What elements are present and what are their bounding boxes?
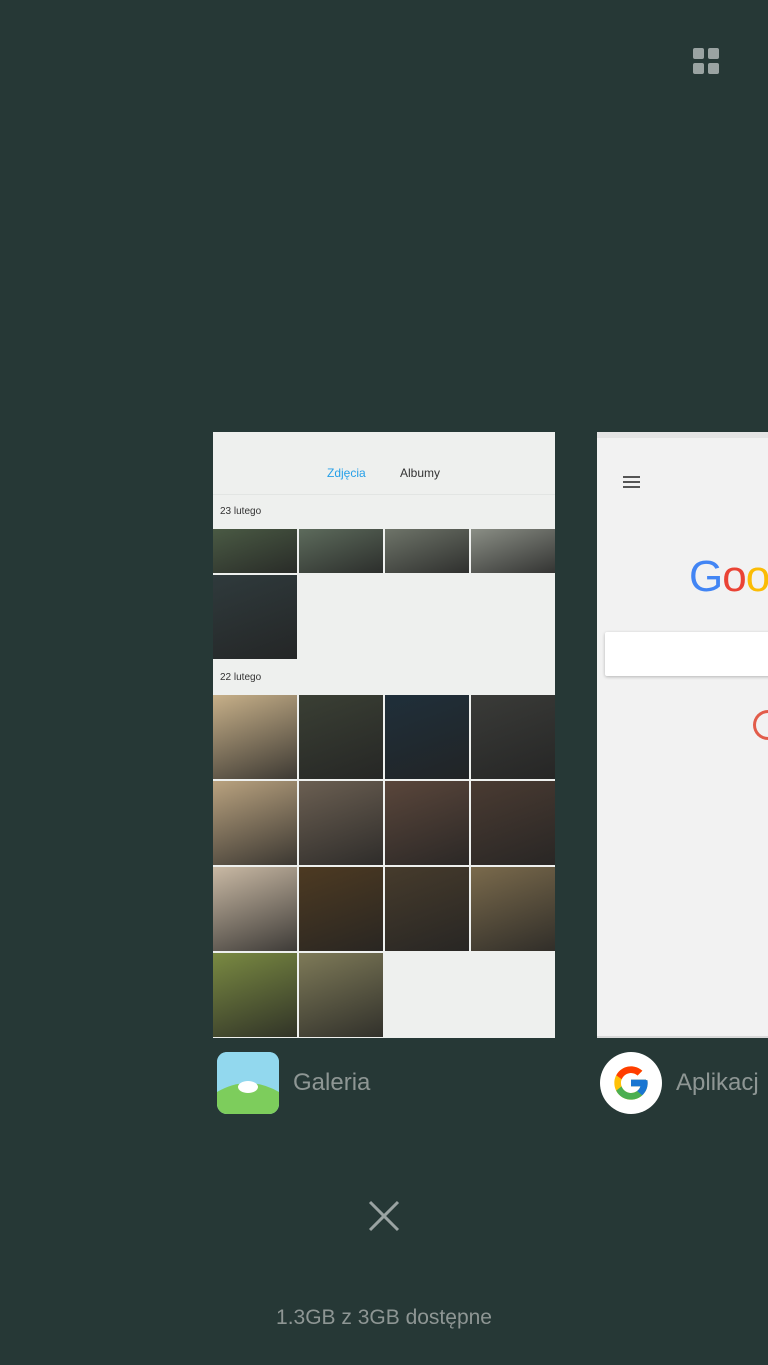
gallery-app-label[interactable]: Galeria (217, 1052, 370, 1114)
photo-thumbnail[interactable] (385, 867, 469, 951)
thumbnail-row (213, 575, 555, 659)
google-logo-letter: G (689, 552, 723, 601)
google-logo-letter: o (745, 552, 768, 601)
google-app-card[interactable]: Goo (597, 432, 768, 1038)
photo-thumbnail[interactable] (471, 695, 555, 779)
google-g-icon (600, 1052, 662, 1114)
thumbnail-row (213, 953, 555, 1037)
photo-thumbnail[interactable] (299, 529, 383, 573)
recent-apps-screen: Zdjęcia Albumy 23 lutego 22 lutego Goo Ga… (0, 0, 768, 1365)
photo-thumbnail[interactable] (213, 781, 297, 865)
google-card-topbar (597, 432, 768, 438)
gallery-tab-bar: Zdjęcia Albumy (213, 432, 555, 495)
photo-thumbnail[interactable] (213, 867, 297, 951)
google-logo: Goo (689, 552, 768, 602)
grid-view-icon[interactable] (693, 48, 719, 74)
photo-thumbnail[interactable] (213, 529, 297, 573)
photo-thumbnail[interactable] (471, 781, 555, 865)
hamburger-menu-icon[interactable] (623, 476, 640, 488)
google-logo-letter: o (722, 552, 747, 601)
close-all-icon[interactable] (364, 1196, 404, 1236)
memory-status: 1.3GB z 3GB dostępne (276, 1306, 492, 1329)
photo-thumbnail[interactable] (471, 529, 555, 573)
photo-thumbnail[interactable] (385, 529, 469, 573)
photo-thumbnail[interactable] (299, 781, 383, 865)
gallery-app-card[interactable]: Zdjęcia Albumy 23 lutego 22 lutego (213, 432, 555, 1038)
photo-thumbnail[interactable] (213, 695, 297, 779)
photo-thumbnail[interactable] (299, 867, 383, 951)
photo-thumbnail[interactable] (385, 695, 469, 779)
gallery-date-header: 22 lutego (220, 672, 262, 683)
photo-thumbnail[interactable] (213, 575, 297, 659)
photo-thumbnail[interactable] (213, 953, 297, 1037)
tab-albums[interactable]: Albumy (400, 466, 440, 480)
google-partial-icon (753, 710, 768, 740)
thumbnail-row (213, 781, 555, 865)
gallery-date-header: 23 lutego (220, 506, 262, 517)
thumbnail-row (213, 695, 555, 779)
thumbnail-row (213, 867, 555, 951)
photo-thumbnail[interactable] (299, 953, 383, 1037)
photo-thumbnail[interactable] (471, 867, 555, 951)
photo-thumbnail[interactable] (385, 781, 469, 865)
thumbnail-row (213, 529, 555, 573)
gallery-app-name: Galeria (293, 1069, 371, 1096)
google-app-name: Aplikacj (676, 1069, 759, 1096)
tab-photos[interactable]: Zdjęcia (327, 466, 366, 480)
photo-thumbnail[interactable] (299, 695, 383, 779)
gallery-icon (217, 1052, 279, 1114)
gallery-sections: 23 lutego 22 lutego (213, 495, 555, 1037)
google-search-box[interactable] (605, 632, 768, 676)
google-app-label[interactable]: Aplikacj (600, 1052, 759, 1114)
